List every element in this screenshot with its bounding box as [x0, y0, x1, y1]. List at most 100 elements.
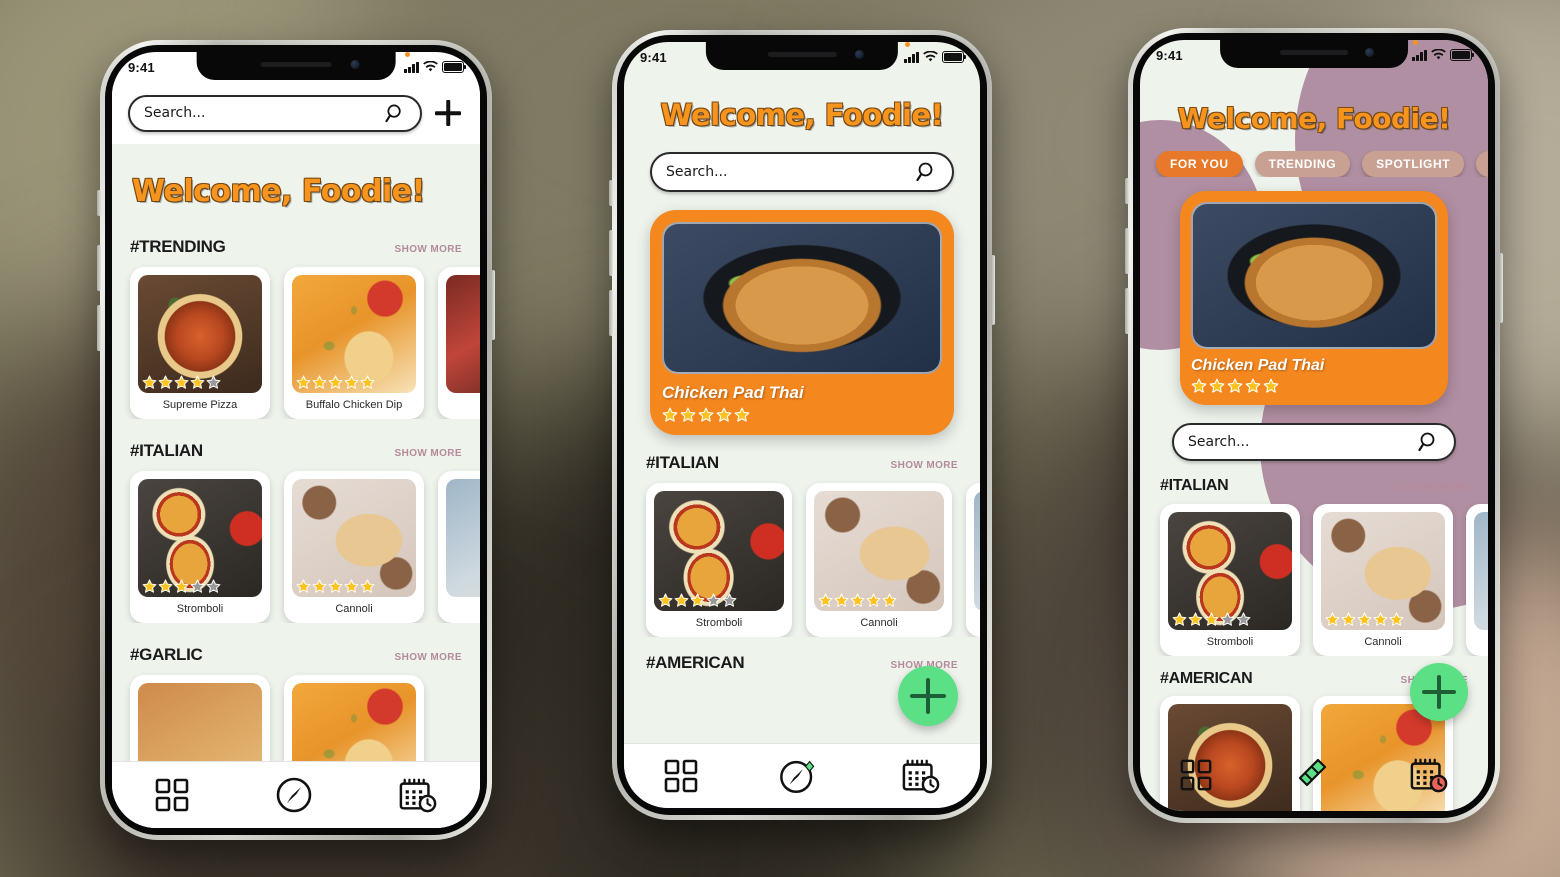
chip-label: TRENDING: [1268, 157, 1337, 171]
grid-icon[interactable]: [154, 777, 190, 813]
grid-icon[interactable]: [1179, 758, 1213, 792]
grid-icon[interactable]: [663, 758, 699, 794]
food-card[interactable]: Supreme Pizza: [130, 267, 270, 419]
bottom-navigation[interactable]: [624, 743, 980, 808]
search-placeholder: Search...: [666, 164, 728, 180]
food-card[interactable]: [438, 471, 480, 623]
section-title: #AMERICAN: [646, 653, 745, 672]
volume-down-button[interactable]: [97, 305, 101, 351]
food-image: [654, 491, 784, 611]
battery-icon: [942, 51, 967, 63]
telescope-icon[interactable]: [1291, 755, 1331, 795]
food-card[interactable]: Cannoli: [284, 471, 424, 623]
featured-image: [662, 222, 942, 374]
chip-spotlight[interactable]: SPOTLIGHT: [1362, 151, 1465, 177]
calendar-clock-icon[interactable]: [1409, 756, 1449, 794]
chip-overflow[interactable]: [1476, 151, 1488, 177]
food-image: [446, 275, 480, 393]
card-row-trending[interactable]: Supreme Pizza Buffalo Chicken Dip: [112, 257, 480, 419]
phone-1: 9:41 Search... Welcome, Foodie! #TRENDIN…: [97, 40, 495, 840]
status-time: 9:41: [640, 49, 667, 65]
food-card[interactable]: Cannoli: [1313, 504, 1453, 656]
notch: [196, 52, 396, 80]
category-chips[interactable]: FOR YOU TRENDING SPOTLIGHT: [1140, 151, 1488, 177]
rating-stars: [1325, 612, 1404, 627]
mute-switch[interactable]: [1125, 178, 1129, 204]
power-button[interactable]: [1499, 253, 1503, 323]
add-recipe-fab[interactable]: [898, 666, 958, 726]
food-card[interactable]: Stromboli: [1160, 504, 1300, 656]
card-row-italian[interactable]: Stromboli Cannoli: [112, 461, 480, 623]
rating-stars: [818, 593, 897, 608]
phone-3: 9:41 Welcome, Foodie! FOR YOU TRENDING S…: [1125, 28, 1503, 823]
food-image: [292, 275, 416, 393]
card-row-italian[interactable]: Stromboli Cannoli: [624, 473, 980, 637]
section-header: #TRENDING SHOW MORE: [130, 237, 462, 257]
status-time: 9:41: [1156, 47, 1183, 63]
mute-switch[interactable]: [609, 180, 613, 206]
show-more-link[interactable]: SHOW MORE: [1401, 482, 1469, 493]
food-card[interactable]: Buffalo Chicken Dip: [284, 267, 424, 419]
calendar-clock-icon[interactable]: [398, 776, 438, 814]
calendar-clock-icon[interactable]: [901, 757, 941, 795]
food-card[interactable]: Stromboli: [646, 483, 792, 637]
featured-title: Chicken Pad Thai: [662, 383, 804, 402]
food-name: Supreme Pizza: [162, 399, 238, 411]
bottom-navigation[interactable]: [1140, 739, 1488, 811]
battery-icon: [1450, 49, 1475, 61]
featured-image: [1191, 202, 1437, 349]
search-input[interactable]: Search...: [128, 94, 422, 132]
volume-down-button[interactable]: [1125, 288, 1129, 334]
magnifier-icon[interactable]: [916, 161, 938, 183]
magnifier-icon[interactable]: [1418, 431, 1440, 453]
page-title: Welcome, Foodie!: [660, 98, 944, 132]
power-button[interactable]: [491, 270, 495, 340]
food-card[interactable]: [966, 483, 980, 637]
show-more-link[interactable]: SHOW MORE: [395, 244, 463, 255]
front-camera-icon: [854, 50, 864, 59]
volume-down-button[interactable]: [609, 290, 613, 336]
signal-bars-icon: [1412, 49, 1427, 61]
compass-icon[interactable]: [778, 756, 822, 796]
wifi-icon: [923, 51, 938, 62]
mute-switch[interactable]: [97, 190, 101, 216]
plus-icon: [1422, 675, 1457, 710]
bottom-navigation[interactable]: [112, 761, 480, 828]
food-image: [974, 491, 980, 611]
food-name: Cannoli: [335, 603, 373, 615]
volume-up-button[interactable]: [1125, 228, 1129, 274]
phone-1-screen: 9:41 Search... Welcome, Foodie! #TRENDIN…: [112, 52, 480, 828]
volume-up-button[interactable]: [609, 230, 613, 276]
speaker-icon: [260, 62, 332, 67]
food-card[interactable]: [1466, 504, 1488, 656]
power-button[interactable]: [991, 255, 995, 325]
plus-icon: [910, 678, 946, 714]
chip-for-you[interactable]: FOR YOU: [1156, 151, 1243, 177]
section-title: #GARLIC: [130, 645, 203, 664]
search-input[interactable]: Search...: [650, 152, 954, 192]
compass-icon[interactable]: [274, 775, 314, 815]
add-button[interactable]: [432, 97, 464, 129]
featured-card[interactable]: Chicken Pad Thai: [650, 210, 954, 435]
rating-stars: [658, 593, 737, 608]
notch: [705, 42, 899, 70]
chip-trending[interactable]: TRENDING: [1254, 151, 1351, 177]
card-row-italian[interactable]: Stromboli Cannoli: [1140, 495, 1488, 656]
add-recipe-fab[interactable]: [1410, 663, 1468, 721]
battery-icon: [442, 61, 467, 73]
section-title: #AMERICAN: [1160, 670, 1253, 687]
show-more-link[interactable]: SHOW MORE: [395, 652, 463, 663]
featured-card[interactable]: Chicken Pad Thai: [1180, 191, 1448, 405]
show-more-link[interactable]: SHOW MORE: [891, 460, 959, 471]
phone-2-screen: 9:41 Welcome, Foodie! Search... Chicken …: [624, 42, 980, 808]
section-title: #ITALIAN: [646, 453, 719, 472]
food-card[interactable]: [438, 267, 480, 419]
section-header: #ITALIAN SHOW MORE: [1160, 477, 1468, 495]
show-more-link[interactable]: SHOW MORE: [395, 448, 463, 459]
volume-up-button[interactable]: [97, 245, 101, 291]
rating-stars: [296, 375, 375, 390]
food-card[interactable]: Cannoli: [806, 483, 952, 637]
food-card[interactable]: Stromboli: [130, 471, 270, 623]
magnifier-icon[interactable]: [385, 103, 406, 124]
search-input[interactable]: Search...: [1172, 423, 1456, 461]
